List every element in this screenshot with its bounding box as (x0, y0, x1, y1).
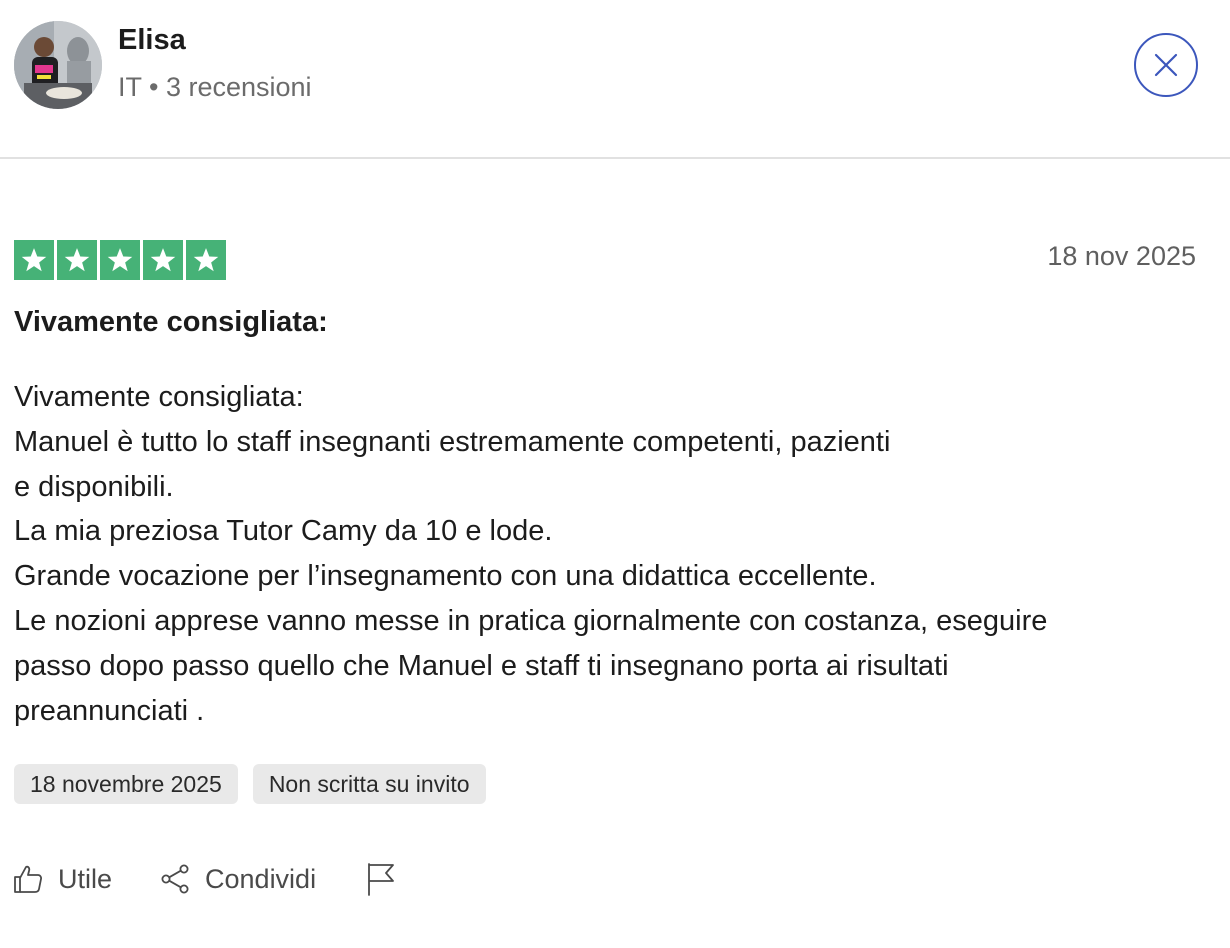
star-icon (14, 240, 54, 280)
star-rating (14, 240, 226, 280)
thumbs-up-icon (14, 865, 42, 893)
reviewer-header: Elisa IT • 3 recensioni (0, 0, 1230, 158)
review-actions: Utile Condividi (13, 862, 396, 896)
review-body-line: Vivamente consigliata: (14, 381, 304, 413)
avatar[interactable] (14, 21, 102, 109)
review-body-line: Grande vocazione per l’insegnamento con … (14, 560, 877, 593)
star-icon (100, 240, 140, 280)
useful-button[interactable]: Utile (13, 864, 112, 895)
review-date: 18 nov 2025 (1047, 241, 1196, 271)
star-icon (186, 240, 226, 280)
share-button[interactable]: Condividi (160, 864, 316, 895)
star-icon (57, 240, 97, 280)
reviewer-name: Elisa (118, 24, 186, 56)
close-button[interactable] (1134, 33, 1198, 97)
review-body-line: La mia preziosa Tutor Camy da 10 e lode. (14, 515, 553, 548)
flag-icon (368, 863, 394, 896)
review-body-line: Le nozioni apprese vanno messe in pratic… (14, 604, 1048, 637)
star-icon (143, 240, 183, 280)
review-body-line: preannunciati . (14, 694, 205, 727)
share-label: Condividi (205, 863, 317, 894)
close-icon (1154, 53, 1178, 77)
review-body-line: e disponibili. (14, 470, 174, 503)
review-body-line: Manuel è tutto lo staff insegnanti estre… (14, 425, 891, 458)
report-button[interactable] (366, 862, 396, 896)
review-body-line: passo dopo passo quello che Manuel e sta… (14, 649, 949, 682)
review-tags: 18 novembre 2025 Non scritta su invito (14, 764, 486, 804)
invitation-tag[interactable]: Non scritta su invito (252, 764, 486, 804)
review-body: Vivamente consigliata: Manuel è tutto lo… (14, 375, 1214, 733)
experience-date-tag: 18 novembre 2025 (14, 764, 238, 804)
useful-label: Utile (58, 863, 113, 894)
share-icon (161, 864, 189, 894)
review-title: Vivamente consigliata: (14, 306, 328, 338)
reviewer-meta: IT • 3 recensioni (118, 72, 312, 102)
header-divider (0, 157, 1230, 159)
